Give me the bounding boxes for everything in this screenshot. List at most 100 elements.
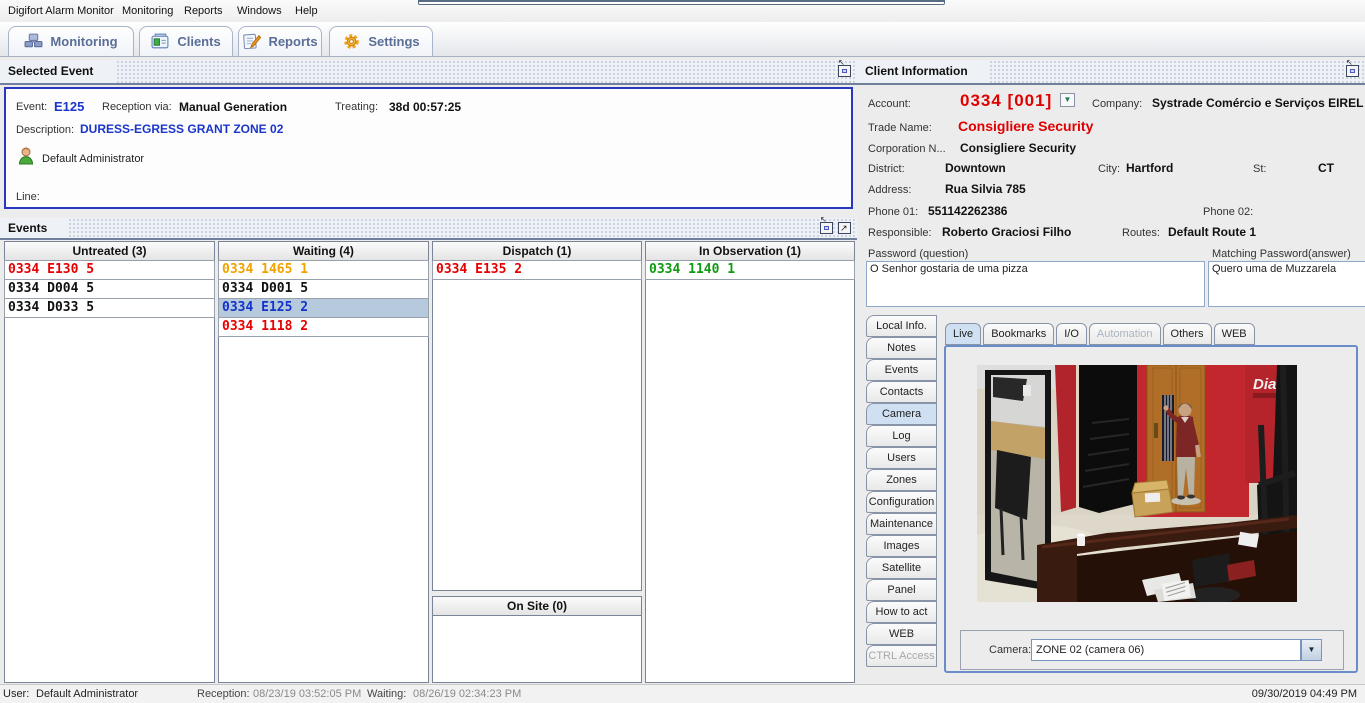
camera-select-label: Camera: <box>989 644 1031 656</box>
menu-monitoring[interactable]: Monitoring <box>118 0 177 22</box>
phone1-label: Phone 01: <box>868 206 918 218</box>
tab-clients[interactable]: Clients <box>139 26 233 56</box>
cam-tab-automation: Automation <box>1089 323 1161 345</box>
dispatch-column-header: Dispatch (1) <box>433 242 641 261</box>
description-label: Description: <box>16 124 74 136</box>
trade-name-label: Trade Name: <box>868 122 932 134</box>
description-value: DURESS-EGRESS GRANT ZONE 02 <box>80 122 283 136</box>
side-tab-maintenance[interactable]: Maintenance <box>866 513 937 535</box>
status-waiting-value: 08/26/19 02:34:23 PM <box>413 688 521 700</box>
district-label: District: <box>868 163 905 175</box>
cam-tab-web[interactable]: WEB <box>1214 323 1255 345</box>
password-answer-field[interactable]: Quero uma de Muzzarela <box>1208 261 1365 307</box>
phone1-value: 551142262386 <box>928 204 1007 218</box>
dock-icon[interactable]: ↖ <box>820 222 833 234</box>
expand-icon[interactable]: ↗ <box>838 222 851 234</box>
event-item[interactable]: 0334 E135 2 <box>432 260 642 280</box>
events-column-observation: In Observation (1) 0334 1140 1 <box>645 241 855 683</box>
address-label: Address: <box>868 184 911 196</box>
camera-view-tabbar: Live Bookmarks I/O Automation Others WEB <box>945 323 1255 345</box>
event-item[interactable]: 0334 D033 5 <box>4 298 215 318</box>
corporation-name-label: Corporation N... <box>868 143 946 155</box>
side-tab-satellite[interactable]: Satellite <box>866 557 937 579</box>
side-tab-panel[interactable]: Panel <box>866 579 937 601</box>
side-tab-users[interactable]: Users <box>866 447 937 469</box>
reception-via-label: Reception via: <box>102 101 172 113</box>
network-monitoring-icon <box>24 33 43 50</box>
tab-monitoring-label: Monitoring <box>50 34 117 49</box>
cam-tab-bookmarks[interactable]: Bookmarks <box>983 323 1054 345</box>
events-column-waiting: Waiting (4) 0334 1465 1 0334 D001 5 0334… <box>218 241 429 683</box>
side-tab-camera[interactable]: Camera <box>866 403 937 425</box>
side-tab-how-to-act[interactable]: How to act <box>866 601 937 623</box>
event-item[interactable]: 0334 D001 5 <box>218 279 429 299</box>
selected-event-title: Selected Event <box>0 60 115 83</box>
tab-monitoring[interactable]: Monitoring <box>8 26 134 56</box>
event-item[interactable]: 0334 E130 5 <box>4 260 215 280</box>
state-value: CT <box>1318 161 1334 175</box>
password-question-label: Password (question) <box>868 248 968 260</box>
cam-tab-io[interactable]: I/O <box>1056 323 1087 345</box>
responsible-label: Responsible: <box>868 227 932 239</box>
event-item[interactable]: 0334 1465 1 <box>218 260 429 280</box>
reception-via-value: Manual Generation <box>179 100 287 114</box>
selected-event-panel-header: Selected Event ↖ <box>0 60 857 85</box>
side-tab-local-info[interactable]: Local Info. <box>866 315 937 337</box>
cam-tab-others[interactable]: Others <box>1163 323 1212 345</box>
events-title: Events <box>0 218 69 238</box>
status-datetime: 09/30/2019 04:49 PM <box>1252 688 1357 700</box>
digifort-alarm-monitor-window: Digifort Alarm Monitor Monitoring Report… <box>0 0 1365 703</box>
account-value: 0334 [001] <box>960 91 1052 111</box>
tab-settings[interactable]: Settings <box>329 26 433 56</box>
side-tab-contacts[interactable]: Contacts <box>866 381 937 403</box>
event-label: Event: <box>16 101 47 113</box>
account-label: Account: <box>868 98 911 110</box>
status-reception-value: 08/23/19 03:52:05 PM <box>253 688 361 700</box>
side-tab-events[interactable]: Events <box>866 359 937 381</box>
event-item-selected[interactable]: 0334 E125 2 <box>218 298 429 318</box>
side-tab-web[interactable]: WEB <box>866 623 937 645</box>
dock-icon[interactable]: ↖ <box>1346 65 1359 77</box>
background-window-edge <box>418 0 945 5</box>
status-waiting-label: Waiting: <box>367 688 406 700</box>
district-value: Downtown <box>945 161 1006 175</box>
cam-tab-live[interactable]: Live <box>945 323 981 345</box>
dock-icon[interactable]: ↖ <box>838 65 851 77</box>
company-value: Systrade Comércio e Serviços EIREL <box>1152 96 1363 110</box>
menu-windows[interactable]: Windows <box>233 0 286 22</box>
password-question-field[interactable]: O Senhor gostaria de uma pizza <box>866 261 1205 307</box>
event-item[interactable]: 0334 1118 2 <box>218 317 429 337</box>
events-column-dispatch: Dispatch (1) 0334 E135 2 <box>432 241 642 591</box>
camera-selector-box: Camera: ZONE 02 (camera 06) ▼ <box>960 630 1344 670</box>
line-label: Line: <box>16 191 40 203</box>
event-item[interactable]: 0334 1140 1 <box>645 260 855 280</box>
camera-feed-image: Dial <box>977 365 1297 602</box>
menu-help[interactable]: Help <box>291 0 322 22</box>
waiting-column-header: Waiting (4) <box>219 242 428 261</box>
menu-digifort-alarm-monitor[interactable]: Digifort Alarm Monitor <box>4 0 118 22</box>
onsite-column-header: On Site (0) <box>433 597 641 616</box>
company-label: Company: <box>1092 98 1142 110</box>
side-tab-images[interactable]: Images <box>866 535 937 557</box>
side-tab-configuration[interactable]: Configuration <box>866 491 937 513</box>
tab-settings-label: Settings <box>368 34 419 49</box>
routes-value: Default Route 1 <box>1168 225 1256 239</box>
camera-combo-dropdown-button[interactable]: ▼ <box>1301 639 1322 661</box>
status-user-value: Default Administrator <box>36 688 138 700</box>
corporation-name-value: Consigliere Security <box>960 141 1076 155</box>
event-item[interactable]: 0334 D004 5 <box>4 279 215 299</box>
tab-reports[interactable]: Reports <box>238 26 322 56</box>
observation-column-header: In Observation (1) <box>646 242 854 261</box>
status-bar: User: Default Administrator Reception: 0… <box>0 684 1365 703</box>
menu-reports[interactable]: Reports <box>180 0 227 22</box>
events-column-untreated: Untreated (3) 0334 E130 5 0334 D004 5 03… <box>4 241 215 683</box>
menu-bar: Digifort Alarm Monitor Monitoring Report… <box>0 0 1365 22</box>
side-tab-log[interactable]: Log <box>866 425 937 447</box>
password-answer-label: Matching Password(answer) <box>1212 248 1351 260</box>
camera-select-combobox[interactable]: ZONE 02 (camera 06) <box>1031 639 1301 661</box>
side-tab-notes[interactable]: Notes <box>866 337 937 359</box>
account-dropdown-button[interactable]: ▼ <box>1060 93 1075 107</box>
client-info-title: Client Information <box>857 60 990 83</box>
side-tab-zones[interactable]: Zones <box>866 469 937 491</box>
phone2-label: Phone 02: <box>1203 206 1253 218</box>
